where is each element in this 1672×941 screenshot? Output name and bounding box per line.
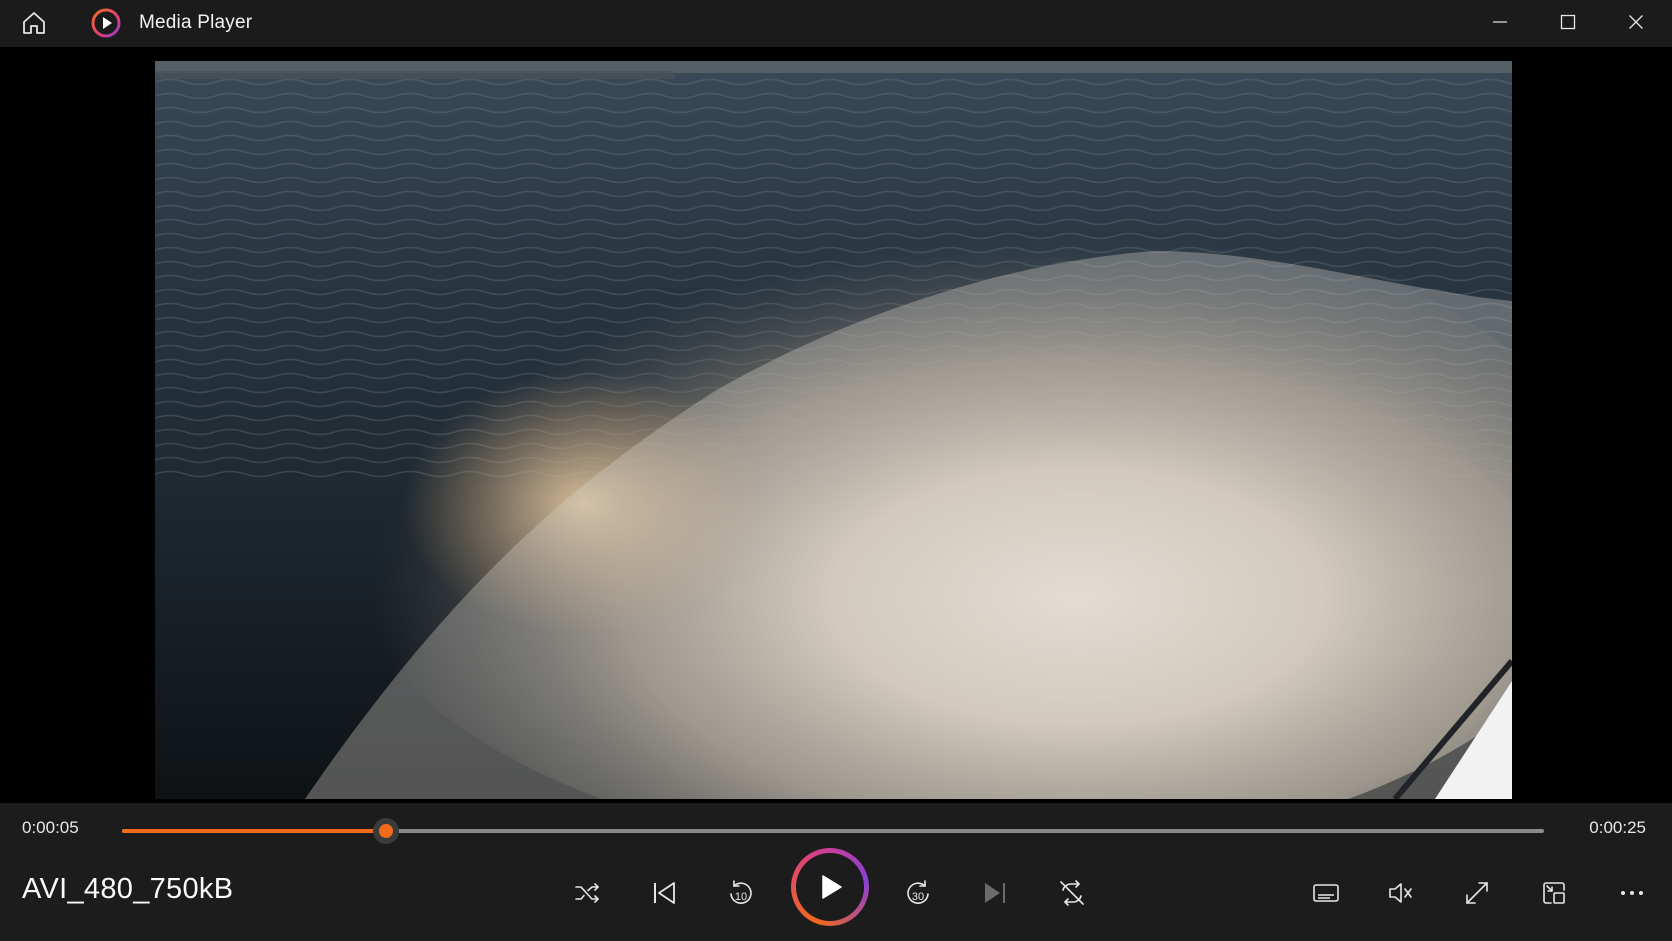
total-time: 0:00:25	[1589, 818, 1646, 837]
mini-player-icon[interactable]	[1531, 870, 1577, 916]
more-icon[interactable]	[1609, 870, 1655, 916]
current-time: 0:00:05	[22, 818, 79, 837]
seek-progress	[122, 829, 387, 833]
file-name: AVI_480_750kB	[22, 873, 234, 905]
close-icon[interactable]	[1602, 0, 1670, 44]
title-bar: Media Player	[0, 0, 1672, 47]
fullscreen-icon[interactable]	[1454, 870, 1500, 916]
app-title: Media Player	[139, 12, 253, 33]
captions-icon[interactable]	[1303, 870, 1349, 916]
video-area[interactable]	[0, 47, 1672, 803]
forward-seconds: 30	[912, 891, 924, 903]
play-button[interactable]	[791, 848, 869, 926]
forward-30-icon[interactable]: 30	[895, 870, 941, 916]
minimize-icon[interactable]	[1466, 0, 1534, 44]
video-still	[155, 61, 1512, 799]
play-icon	[796, 853, 864, 921]
playback-controls: 0:00:05 0:00:25 AVI_480_750kB 10 30	[0, 803, 1672, 941]
maximize-icon[interactable]	[1534, 0, 1602, 44]
video-frame[interactable]	[155, 61, 1512, 799]
volume-muted-icon[interactable]	[1378, 870, 1424, 916]
seek-bar[interactable]	[122, 818, 1544, 844]
home-icon[interactable]	[14, 6, 54, 40]
rewind-seconds: 10	[735, 891, 747, 903]
next-icon[interactable]	[972, 870, 1018, 916]
rewind-10-icon[interactable]: 10	[718, 870, 764, 916]
repeat-off-icon[interactable]	[1049, 870, 1095, 916]
media-player-window: Media Player 0:00:05 0:00:25 AVI_480_750…	[0, 0, 1672, 941]
seek-thumb[interactable]	[373, 818, 400, 844]
shuffle-icon[interactable]	[564, 870, 610, 916]
previous-icon[interactable]	[641, 870, 687, 916]
app-logo	[90, 7, 122, 39]
